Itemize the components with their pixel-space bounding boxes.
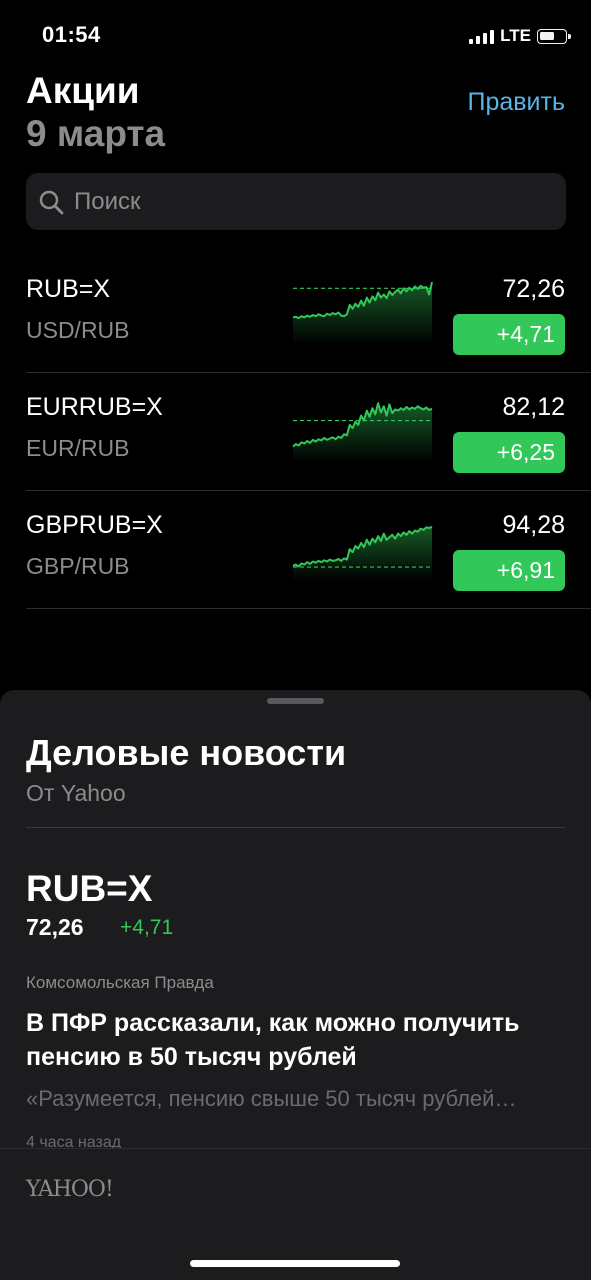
news-ticker-symbol: RUB=X bbox=[26, 868, 153, 909]
stock-price: 94,28 bbox=[502, 511, 565, 539]
sparkline-area bbox=[293, 282, 432, 345]
sparkline-area bbox=[293, 403, 432, 463]
news-title: Деловые новости bbox=[26, 732, 347, 773]
stock-row-rub[interactable]: RUB=X USD/RUB 72,26 +4,71 bbox=[0, 255, 591, 373]
yahoo-logo[interactable]: YAHOO! bbox=[26, 1177, 114, 1202]
status-time: 01:54 bbox=[42, 22, 101, 47]
status-indicators: LTE bbox=[469, 26, 571, 46]
sheet-grabber[interactable] bbox=[267, 698, 324, 704]
stock-pair: USD/RUB bbox=[26, 317, 130, 343]
news-ticker-change: +4,71 bbox=[120, 916, 174, 939]
sparkline-chart bbox=[292, 525, 433, 581]
stock-row-eurrub[interactable]: EURRUB=X EUR/RUB 82,12 +6,25 bbox=[0, 373, 591, 491]
search-bar[interactable] bbox=[26, 173, 566, 230]
home-indicator[interactable] bbox=[190, 1260, 400, 1267]
article-publisher: Комсомольская Правда bbox=[26, 973, 214, 992]
sheet-divider bbox=[26, 827, 565, 828]
row-divider bbox=[26, 608, 591, 609]
stock-change-badge[interactable]: +6,25 bbox=[453, 432, 565, 473]
stock-pair: GBP/RUB bbox=[26, 553, 130, 579]
stock-symbol: RUB=X bbox=[26, 275, 111, 303]
stock-row-gbprub[interactable]: GBPRUB=X GBP/RUB 94,28 +6,91 bbox=[0, 491, 591, 609]
signal-icon bbox=[469, 28, 495, 44]
battery-icon bbox=[537, 28, 571, 44]
article-headline[interactable]: В ПФР рассказали, как можно получить пен… bbox=[26, 1006, 571, 1074]
status-bar: 01:54 LTE bbox=[0, 0, 591, 70]
stock-price: 72,26 bbox=[502, 275, 565, 303]
sparkline-chart bbox=[292, 281, 433, 345]
news-sheet[interactable]: Деловые новости От Yahoo RUB=X 72,26 +4,… bbox=[0, 690, 591, 1280]
page-date: 9 марта bbox=[26, 113, 166, 154]
page-title: Акции bbox=[26, 70, 140, 111]
stock-price: 82,12 bbox=[502, 393, 565, 421]
stock-symbol: GBPRUB=X bbox=[26, 511, 163, 539]
stock-change-badge[interactable]: +4,71 bbox=[453, 314, 565, 355]
stock-symbol: EURRUB=X bbox=[26, 393, 163, 421]
article-snippet: «Разумеется, пенсию свыше 50 тысяч рубле… bbox=[26, 1086, 517, 1111]
network-label: LTE bbox=[500, 26, 531, 45]
search-icon bbox=[39, 190, 64, 214]
search-input[interactable] bbox=[72, 186, 556, 217]
sparkline-area bbox=[293, 526, 432, 581]
sparkline-chart bbox=[292, 402, 433, 463]
news-ticker-price: 72,26 bbox=[26, 914, 84, 940]
edit-button[interactable]: Править bbox=[468, 88, 566, 117]
stock-pair: EUR/RUB bbox=[26, 435, 130, 461]
stock-change-badge[interactable]: +6,91 bbox=[453, 550, 565, 591]
news-source: От Yahoo bbox=[26, 780, 126, 806]
